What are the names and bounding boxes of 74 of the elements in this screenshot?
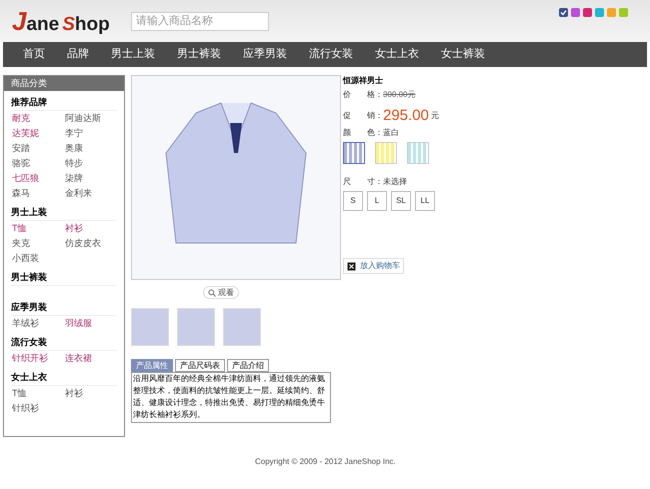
thumbnail-photo[interactable]	[131, 308, 169, 346]
copyright-text: Copyright © 2009 - 2012 JaneShop Inc.	[255, 456, 396, 468]
price-unit: 元	[430, 110, 439, 122]
category-link[interactable]: 针织开衫	[12, 351, 65, 366]
size-option[interactable]: LL	[415, 191, 435, 211]
thumbnail-photo[interactable]	[177, 308, 215, 346]
nav-link[interactable]: 流行女装	[309, 46, 353, 63]
size-option[interactable]: SL	[391, 191, 411, 211]
tab[interactable]: 产品尺码表	[175, 359, 225, 372]
cart-box-icon	[347, 262, 356, 270]
category-link[interactable]: 针织衫	[12, 401, 65, 416]
size-value: 未选择	[383, 176, 407, 188]
category-link[interactable]: 李宁	[65, 126, 117, 141]
color-swatch[interactable]	[343, 142, 365, 164]
nav-link[interactable]: 女士裤装	[441, 46, 485, 63]
theme-color-swatch[interactable]	[571, 8, 580, 17]
category-link[interactable]: 羊绒衫	[12, 316, 65, 331]
check-icon	[560, 9, 567, 16]
category-heading: 推荐品牌	[11, 93, 117, 111]
zoom-link[interactable]: 观看	[203, 286, 239, 299]
nav-link[interactable]: 品牌	[67, 46, 89, 63]
search-field[interactable]: 请输入商品名称	[131, 12, 269, 30]
category-link[interactable]: 达芙妮	[12, 126, 65, 141]
search-icon	[208, 288, 216, 296]
nav-link[interactable]: 应季男装	[243, 46, 287, 63]
theme-color-swatch[interactable]	[583, 8, 592, 17]
nav-link[interactable]: 女士上衣	[375, 46, 419, 63]
promo-label: 促 销：	[343, 110, 383, 122]
size-label: 尺 寸：	[343, 176, 383, 188]
category-link[interactable]: 七匹狼	[12, 171, 65, 186]
category-link[interactable]: 阿迪达斯	[65, 111, 117, 126]
category-link[interactable]: 衬衫	[65, 386, 117, 401]
size-option[interactable]: S	[343, 191, 363, 211]
category-heading: 女士上衣	[11, 368, 117, 386]
category-link[interactable]: T恤	[12, 221, 65, 236]
category-link[interactable]: 骆驼	[12, 156, 65, 171]
category-heading: 男士上装	[11, 203, 117, 221]
category-link[interactable]: 奥康	[65, 141, 117, 156]
category-link[interactable]: 森马	[12, 186, 65, 201]
category-heading: 男士裤装	[11, 268, 117, 286]
category-link[interactable]: 金利来	[65, 186, 117, 201]
nav-link[interactable]: 男士上装	[111, 46, 155, 63]
theme-color-swatch[interactable]	[559, 8, 568, 17]
category-link[interactable]: 夹克	[12, 236, 65, 251]
promo-price: 295.00	[383, 107, 429, 125]
sidebar-title: 商品分类	[4, 76, 124, 91]
category-link[interactable]: 连衣裙	[65, 351, 117, 366]
color-value: 蓝白	[383, 127, 399, 139]
price-label: 价 格：	[343, 89, 383, 101]
category-link[interactable]: 特步	[65, 156, 117, 171]
nav-link[interactable]: 男士裤装	[177, 46, 221, 63]
size-option[interactable]: L	[367, 191, 387, 211]
category-heading: 应季男装	[11, 298, 117, 316]
category-link[interactable]: 衬衫	[65, 221, 117, 236]
color-label: 颜 色：	[343, 127, 383, 139]
theme-color-swatch[interactable]	[607, 8, 616, 17]
category-link[interactable]: 仿皮皮衣	[65, 236, 117, 251]
category-link[interactable]: 小西装	[12, 251, 65, 266]
category-link[interactable]: 安踏	[12, 141, 65, 156]
nav-link[interactable]: 首页	[23, 46, 45, 63]
category-link[interactable]: T恤	[12, 386, 65, 401]
category-link[interactable]: 柒牌	[65, 171, 117, 186]
add-to-cart-button[interactable]: 放入购物车	[343, 258, 404, 274]
original-price: 300.00元	[383, 89, 416, 101]
category-link[interactable]: 耐克	[12, 111, 65, 126]
product-name: 恒源祥男士	[343, 75, 384, 87]
category-link[interactable]: 羽绒服	[65, 316, 117, 331]
category-heading: 流行女装	[11, 333, 117, 351]
theme-color-swatch[interactable]	[619, 8, 628, 17]
tab[interactable]: 产品介绍	[227, 359, 269, 372]
theme-color-swatch[interactable]	[595, 8, 604, 17]
logo[interactable]: Jane Shop	[12, 2, 117, 40]
product-description: 沿用风靡百年的经典全棉牛津纺面料，通过领先的液氨整理技术，使面料的抗皱性能更上一层。延续简约、舒适、健康设计理念，特推出免烫、易打理的精细免烫牛津纺长袖衬衫系列。	[131, 372, 331, 423]
thumbnail-photo[interactable]	[223, 308, 261, 346]
